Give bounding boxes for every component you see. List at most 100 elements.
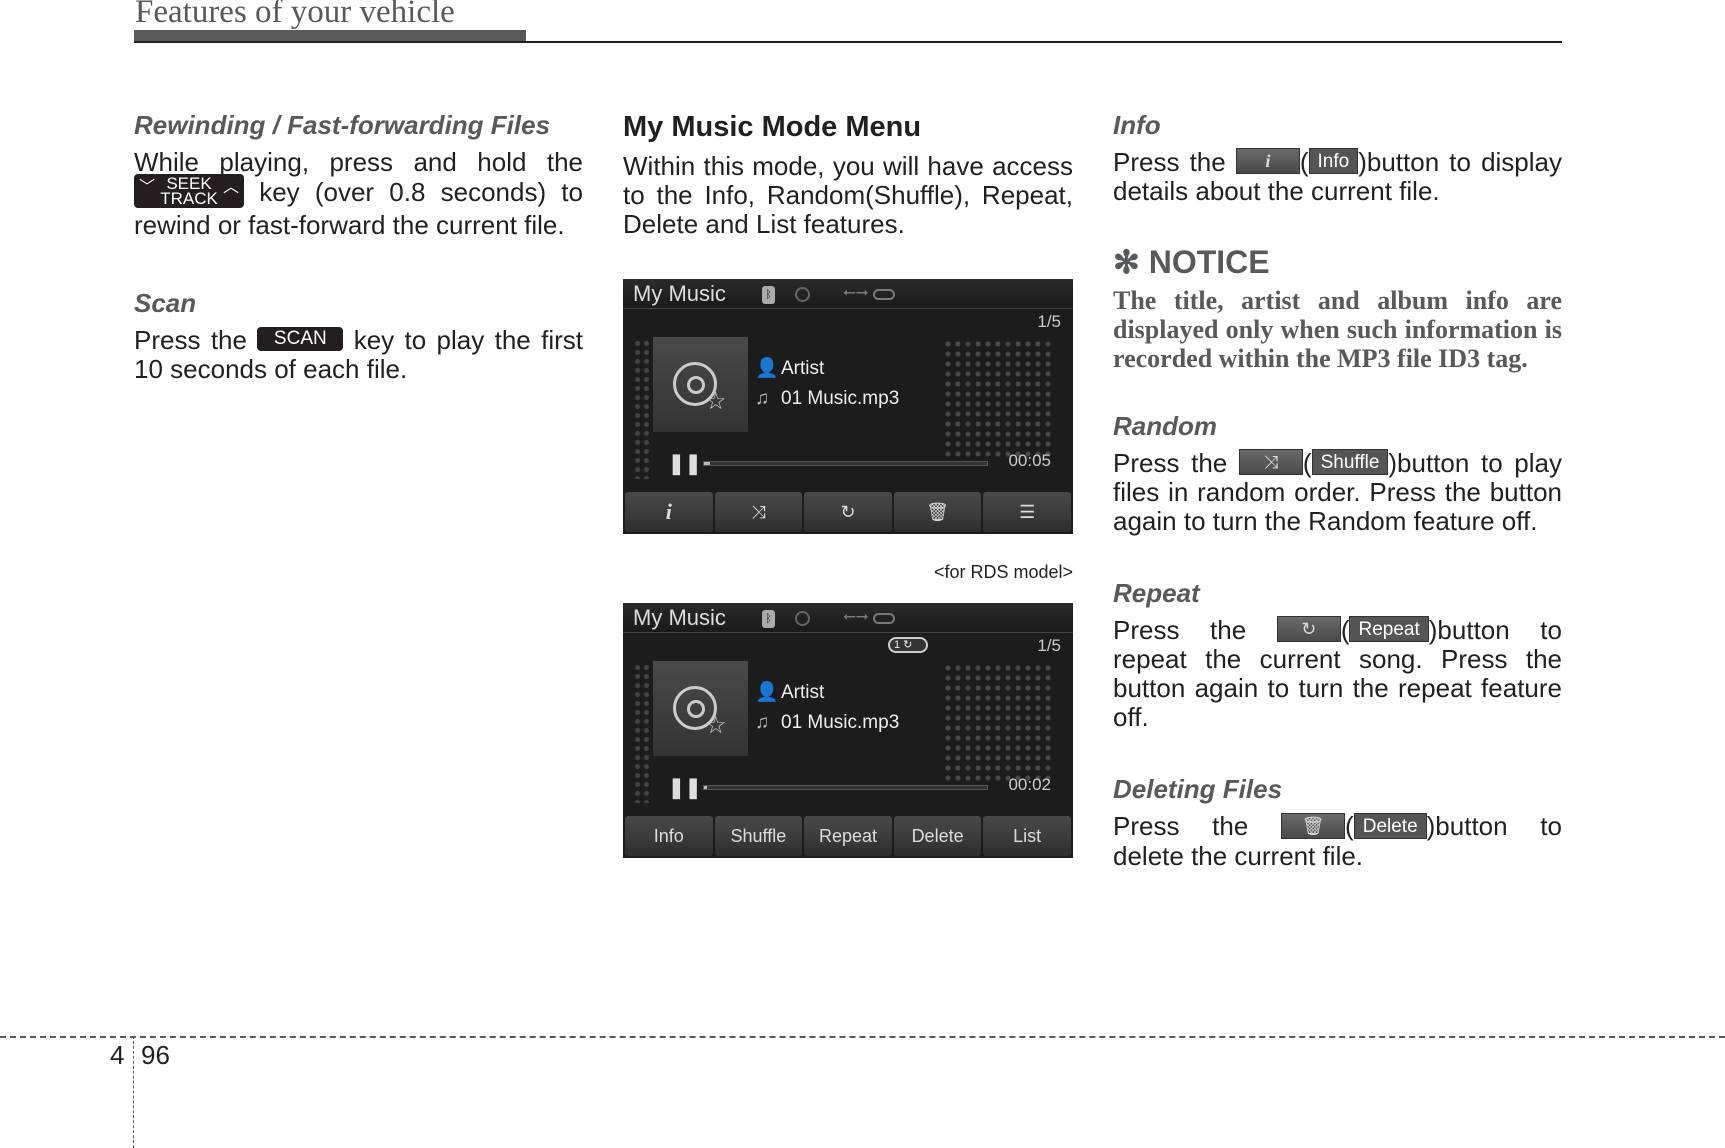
right-column: Info Press the i(Info)button to display … <box>1113 110 1562 871</box>
usb-icon: ⭠⭢ <box>843 608 869 625</box>
chevron-up-icon: ︿ <box>222 179 239 196</box>
page-header-title: Features of your vehicle <box>135 0 455 30</box>
screen-button-bar: i ⤨ ↻ 🗑 ☰ <box>625 492 1071 532</box>
rewind-text: While playing, press and hold the ﹀ SEEK… <box>134 148 583 240</box>
screen-button-bar: Info Shuffle Repeat Delete List <box>625 816 1071 856</box>
my-music-title: My Music Mode Menu <box>623 111 922 143</box>
info-button[interactable]: Info <box>625 816 713 856</box>
chapter-number: 4 <box>110 1040 125 1070</box>
delete-text: Press the 🗑(Delete)button to delete the … <box>1113 811 1562 871</box>
star-icon: ☆ <box>705 712 727 739</box>
artist-row: 👤 Artist <box>755 356 824 380</box>
track-label: TRACK <box>160 189 218 208</box>
repeat-badge-number: 1 <box>894 639 901 651</box>
repeat-title: Repeat <box>1113 578 1200 609</box>
delete-button[interactable]: 🗑 <box>893 492 982 532</box>
chevron-down-icon: ﹀ <box>139 179 156 196</box>
disc-icon <box>795 611 810 626</box>
delete-title: Deleting Files <box>1113 774 1283 805</box>
pause-icon[interactable]: ❚❚ <box>668 451 702 476</box>
notice-body: The title, artist and album info are dis… <box>1113 286 1562 374</box>
progress-bar[interactable] <box>703 785 988 790</box>
scan-text: Press the SCAN key to play the first 10 … <box>134 326 583 384</box>
aux-icon <box>873 613 895 624</box>
repeat-label-button: Repeat <box>1349 616 1429 643</box>
elapsed-time: 00:02 <box>1008 775 1051 794</box>
scan-key: SCAN <box>257 327 344 352</box>
info-label-button: Info <box>1308 148 1359 175</box>
screen-title: My Music <box>633 605 726 630</box>
person-icon: 👤 <box>755 682 779 703</box>
album-art: ☆ <box>653 661 748 756</box>
file-name: 01 Music.mp3 <box>781 388 900 409</box>
album-art: ☆ <box>653 337 748 432</box>
trash-icon: 🗑 <box>1281 812 1346 839</box>
info-text-before: Press the <box>1113 147 1226 177</box>
footer-divider <box>0 1036 1725 1038</box>
delete-text-before: Press the <box>1113 811 1249 842</box>
rewind-text-before: While playing, press and hold the <box>134 147 583 177</box>
page-number: 96 <box>141 1040 170 1070</box>
file-name: 01 Music.mp3 <box>781 712 900 733</box>
my-music-screen-1: My Music ᛒ ⭠⭢ 1/5 ☆ 👤 Artist ♫ 01 Music.mp… <box>623 279 1073 534</box>
repeat-icon: ↻ <box>1276 616 1341 643</box>
repeat-text-before: Press the <box>1113 615 1247 646</box>
info-title: Info <box>1113 110 1161 140</box>
bluetooth-icon: ᛒ <box>762 610 775 628</box>
header-rule <box>134 41 1562 43</box>
left-column: Rewinding / Fast-forwarding Files While … <box>134 110 583 384</box>
info-button[interactable]: i <box>625 492 713 532</box>
track-count: 1/5 <box>1037 312 1061 331</box>
my-music-screen-2: My Music ᛒ ⭠⭢ 1 ↻ 1/5 ☆ 👤 Artist ♫ 01 Musi… <box>623 603 1073 858</box>
random-text-before: Press the <box>1113 448 1228 479</box>
bluetooth-icon: ᛒ <box>762 286 775 304</box>
equalizer-left-decor <box>633 663 651 803</box>
shuffle-button[interactable]: ⤨ <box>714 492 803 532</box>
music-note-icon: ♫ <box>755 388 770 409</box>
scan-text-before: Press the <box>134 325 247 355</box>
delete-button[interactable]: Delete <box>893 816 982 856</box>
elapsed-time: 00:05 <box>1008 451 1051 470</box>
progress-bar[interactable] <box>703 461 988 466</box>
file-row: ♫ 01 Music.mp3 <box>755 388 899 410</box>
aux-icon <box>873 289 895 300</box>
star-icon: ☆ <box>705 388 727 415</box>
list-button[interactable]: ☰ <box>983 492 1071 532</box>
music-note-icon: ♫ <box>755 712 770 733</box>
equalizer-left-decor <box>633 339 651 479</box>
progress-fill <box>704 462 710 465</box>
footer-vertical-divider <box>133 1036 134 1148</box>
disc-icon <box>795 287 810 302</box>
artist-name: Artist <box>781 358 825 379</box>
artist-name: Artist <box>781 682 825 703</box>
artist-row: 👤 Artist <box>755 680 824 704</box>
random-text: Press the ⤨(Shuffle)button to play files… <box>1113 448 1562 537</box>
equalizer-decor <box>943 663 1053 783</box>
repeat-button[interactable]: Repeat <box>804 816 892 856</box>
repeat-button[interactable]: ↻ <box>804 492 892 532</box>
pause-icon[interactable]: ❚❚ <box>668 775 702 800</box>
scan-title: Scan <box>134 288 197 318</box>
progress-fill <box>704 786 707 789</box>
info-icon: i <box>1235 148 1300 175</box>
repeat-one-badge: 1 ↻ <box>888 637 928 653</box>
shuffle-label-button: Shuffle <box>1311 449 1389 476</box>
rds-caption: <for RDS model> <box>933 562 1073 582</box>
notice-title: ✻ NOTICE <box>1113 244 1270 281</box>
screen-title: My Music <box>633 281 726 306</box>
shuffle-icon: ⤨ <box>1238 449 1303 476</box>
rewind-title: Rewinding / Fast-forwarding Files <box>134 110 551 140</box>
seek-track-key: ﹀ SEEK TRACK ︿ <box>134 174 244 208</box>
shuffle-button[interactable]: Shuffle <box>714 816 803 856</box>
repeat-text: Press the ↻(Repeat)button to repeat the … <box>1113 615 1562 733</box>
info-text: Press the i(Info)button to display detai… <box>1113 147 1563 207</box>
track-count: 1/5 <box>1037 636 1061 655</box>
person-icon: 👤 <box>755 358 779 379</box>
equalizer-decor <box>943 339 1053 459</box>
delete-label-button: Delete <box>1353 812 1427 839</box>
list-button[interactable]: List <box>983 816 1071 856</box>
random-title: Random <box>1113 411 1217 442</box>
usb-icon: ⭠⭢ <box>843 284 869 301</box>
file-row: ♫ 01 Music.mp3 <box>755 712 899 734</box>
middle-column: My Music Mode Menu Within this mode, you… <box>623 110 1073 858</box>
